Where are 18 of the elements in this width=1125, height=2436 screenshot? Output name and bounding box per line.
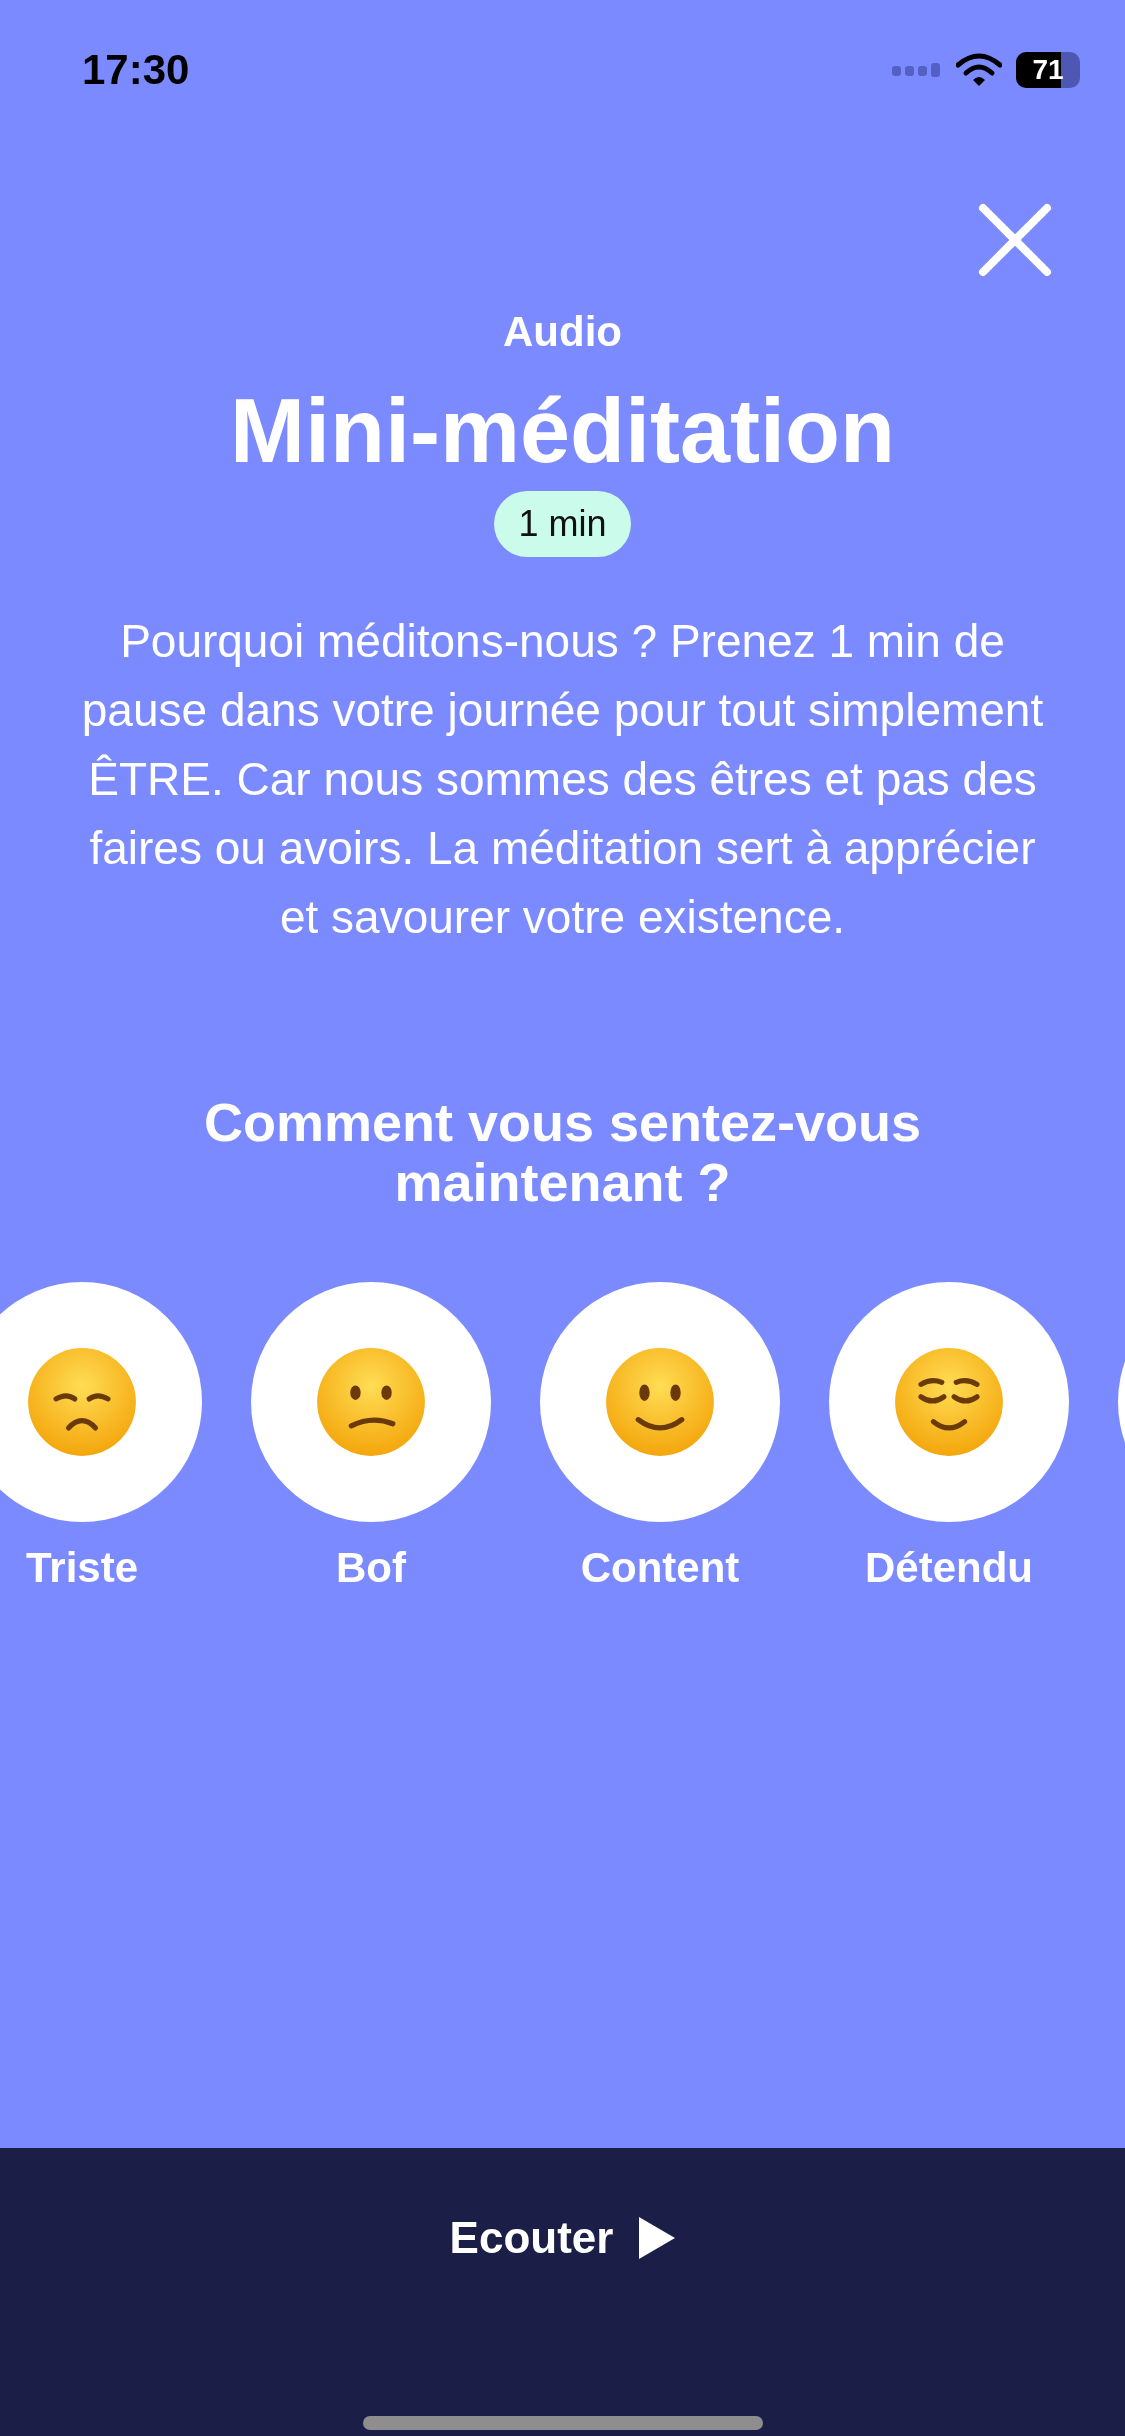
mood-label: Bof [336,1544,406,1592]
emoji-face-icon [25,1345,139,1459]
mood-label: Détendu [865,1544,1033,1592]
mood-label: Triste [25,1544,139,1592]
signal-icon [892,62,942,78]
emoji-face-icon [603,1345,717,1459]
mood-label: Content [580,1544,740,1592]
status-time: 17:30 [82,46,190,94]
wifi-icon [956,53,1002,87]
description-text: Pourquoi méditons-nous ? Prenez 1 min de pause dans votre journée pour tout simplement ÊTRE. Car nous sommes des êtres et pas des faires ou avoirs. La méditation sert à apprécier et savourer votre existence. [80,614,1045,945]
play-icon [639,2217,676,2259]
mood-question: Comment vous sentez-vous maintenant ? [202,1092,923,1212]
page-title: Mini-méditation [230,382,895,481]
duration-badge: 1 min [494,491,631,557]
category-label: Audio [503,308,622,356]
emoji-face-icon [314,1345,428,1459]
listen-button[interactable]: Ecouter [443,2212,682,2264]
emoji-face-icon [892,1345,1006,1459]
